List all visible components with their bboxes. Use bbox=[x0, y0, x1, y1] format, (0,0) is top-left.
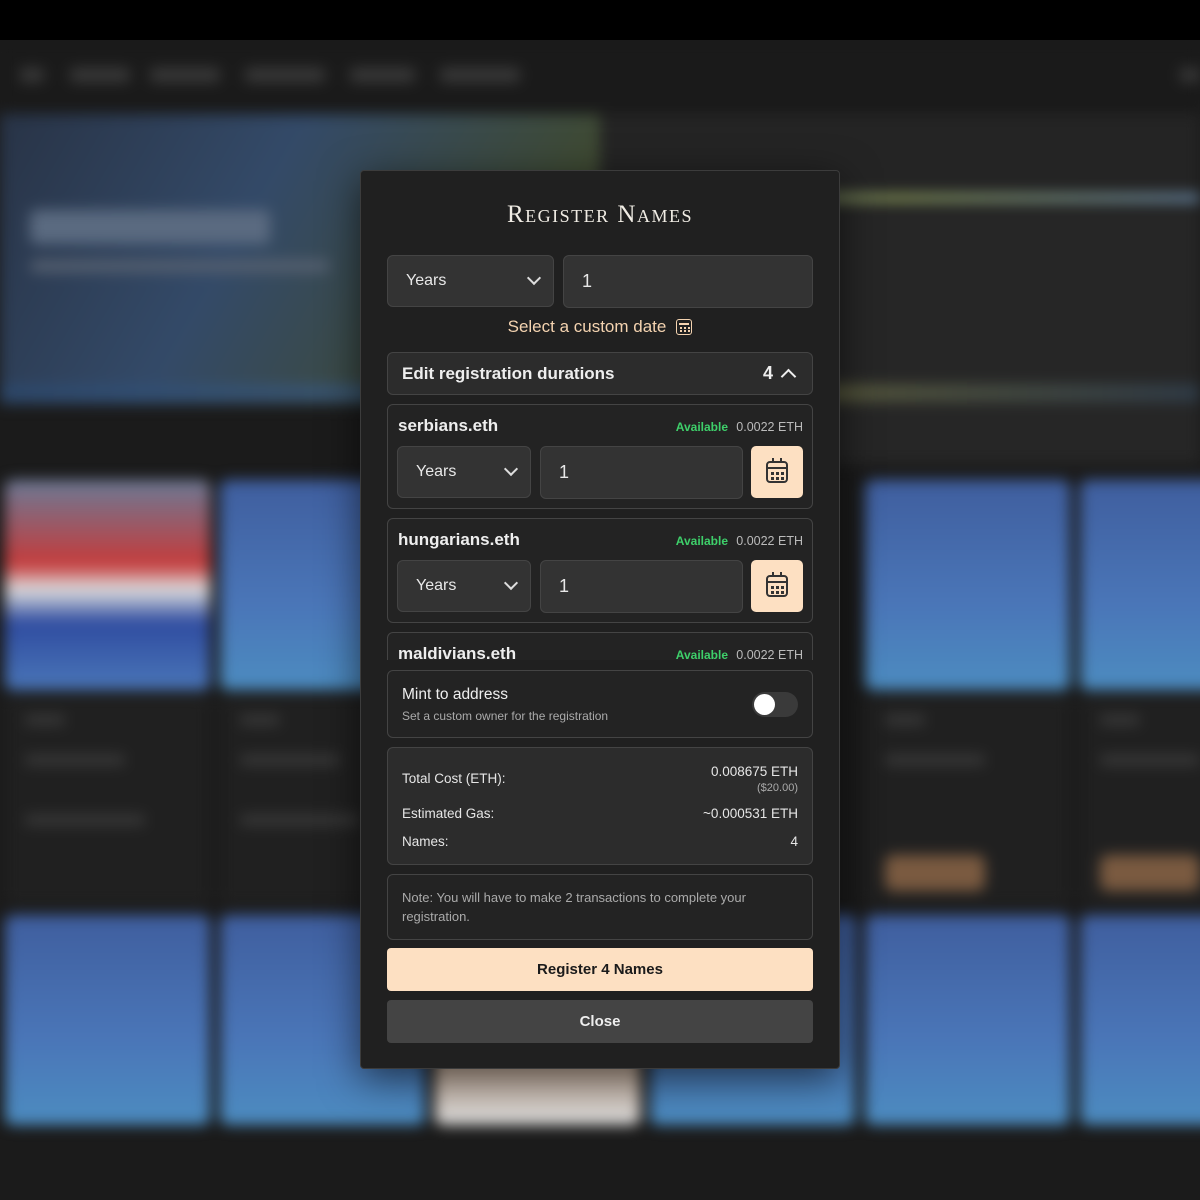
select-custom-date-link[interactable]: Select a custom date bbox=[361, 317, 839, 337]
register-names-button[interactable]: Register 4 Names bbox=[387, 948, 813, 991]
name-duration-unit-select[interactable]: Years bbox=[397, 446, 531, 498]
gas-label: Estimated Gas: bbox=[402, 806, 495, 821]
calendar-icon bbox=[766, 458, 788, 483]
names-value: 4 bbox=[790, 834, 798, 849]
background-nav bbox=[0, 40, 1200, 112]
transactions-note: Note: You will have to make 2 transactio… bbox=[387, 874, 813, 940]
name-duration-value-input[interactable]: 1 bbox=[540, 560, 743, 613]
top-black-bar bbox=[0, 0, 1200, 40]
chevron-up-icon bbox=[780, 368, 797, 385]
calendar-icon bbox=[766, 572, 788, 597]
background-card bbox=[1080, 915, 1200, 1125]
background-card bbox=[865, 480, 1070, 690]
price-label: 0.0022 ETH bbox=[736, 534, 803, 548]
status-badge: Available bbox=[675, 648, 728, 660]
background-card-details bbox=[5, 695, 210, 905]
price-label: 0.0022 ETH bbox=[736, 420, 803, 434]
names-label: Names: bbox=[402, 834, 449, 849]
chevron-down-icon bbox=[503, 575, 519, 591]
edit-durations-accordion[interactable]: Edit registration durations 4 bbox=[387, 352, 813, 395]
total-cost-usd: ($20.00) bbox=[757, 782, 798, 794]
edit-durations-label: Edit registration durations bbox=[402, 363, 615, 383]
background-card-details bbox=[865, 695, 1070, 905]
duration-value-text: 1 bbox=[582, 271, 593, 291]
names-count-badge: 4 bbox=[762, 363, 773, 383]
background-card bbox=[1080, 480, 1200, 690]
list-item: serbians.eth Available 0.0022 ETH Years … bbox=[387, 404, 813, 509]
background-card bbox=[5, 915, 210, 1125]
name-duration-unit-label: Years bbox=[416, 463, 457, 480]
mint-title: Mint to address bbox=[402, 686, 508, 703]
name-label: serbians.eth bbox=[398, 416, 499, 435]
gas-value: ~0.000531 ETH bbox=[703, 806, 798, 821]
name-duration-list[interactable]: serbians.eth Available 0.0022 ETH Years … bbox=[387, 404, 813, 660]
chevron-down-icon bbox=[526, 270, 542, 286]
list-item: hungarians.eth Available 0.0022 ETH Year… bbox=[387, 518, 813, 623]
status-badge: Available bbox=[675, 420, 728, 434]
mint-toggle[interactable] bbox=[752, 692, 798, 717]
price-label: 0.0022 ETH bbox=[736, 648, 803, 660]
toggle-knob bbox=[754, 694, 775, 715]
calendar-icon bbox=[676, 319, 693, 335]
status-badge: Available bbox=[675, 534, 728, 548]
list-item: maldivians.eth Available 0.0022 ETH bbox=[387, 632, 813, 660]
name-duration-unit-select[interactable]: Years bbox=[397, 560, 531, 612]
mint-to-address-section: Mint to address Set a custom owner for t… bbox=[387, 670, 813, 738]
name-label: maldivians.eth bbox=[398, 644, 517, 660]
close-button[interactable]: Close bbox=[387, 1000, 813, 1043]
name-label: hungarians.eth bbox=[398, 530, 520, 549]
total-cost-value: 0.008675 ETH bbox=[710, 764, 798, 779]
calendar-button[interactable] bbox=[751, 560, 803, 612]
calendar-button[interactable] bbox=[751, 446, 803, 498]
mint-subtitle: Set a custom owner for the registration bbox=[402, 709, 609, 723]
name-duration-value-text: 1 bbox=[559, 462, 570, 482]
name-duration-unit-label: Years bbox=[416, 577, 457, 594]
total-cost-label: Total Cost (ETH): bbox=[402, 771, 506, 786]
duration-unit-label: Years bbox=[406, 272, 447, 289]
duration-unit-select[interactable]: Years bbox=[387, 255, 554, 307]
background-card bbox=[865, 915, 1070, 1125]
register-names-modal: Register Names Years 1 Select a custom d… bbox=[360, 170, 840, 1069]
chevron-down-icon bbox=[503, 461, 519, 477]
cost-summary: Total Cost (ETH): 0.008675 ETH ($20.00) … bbox=[387, 747, 813, 865]
custom-date-label: Select a custom date bbox=[507, 317, 667, 336]
background-card-details bbox=[1080, 695, 1200, 905]
duration-value-input[interactable]: 1 bbox=[563, 255, 813, 308]
name-duration-value-input[interactable]: 1 bbox=[540, 446, 743, 499]
name-duration-value-text: 1 bbox=[559, 576, 570, 596]
background-card bbox=[5, 480, 210, 690]
modal-title: Register Names bbox=[507, 201, 693, 228]
